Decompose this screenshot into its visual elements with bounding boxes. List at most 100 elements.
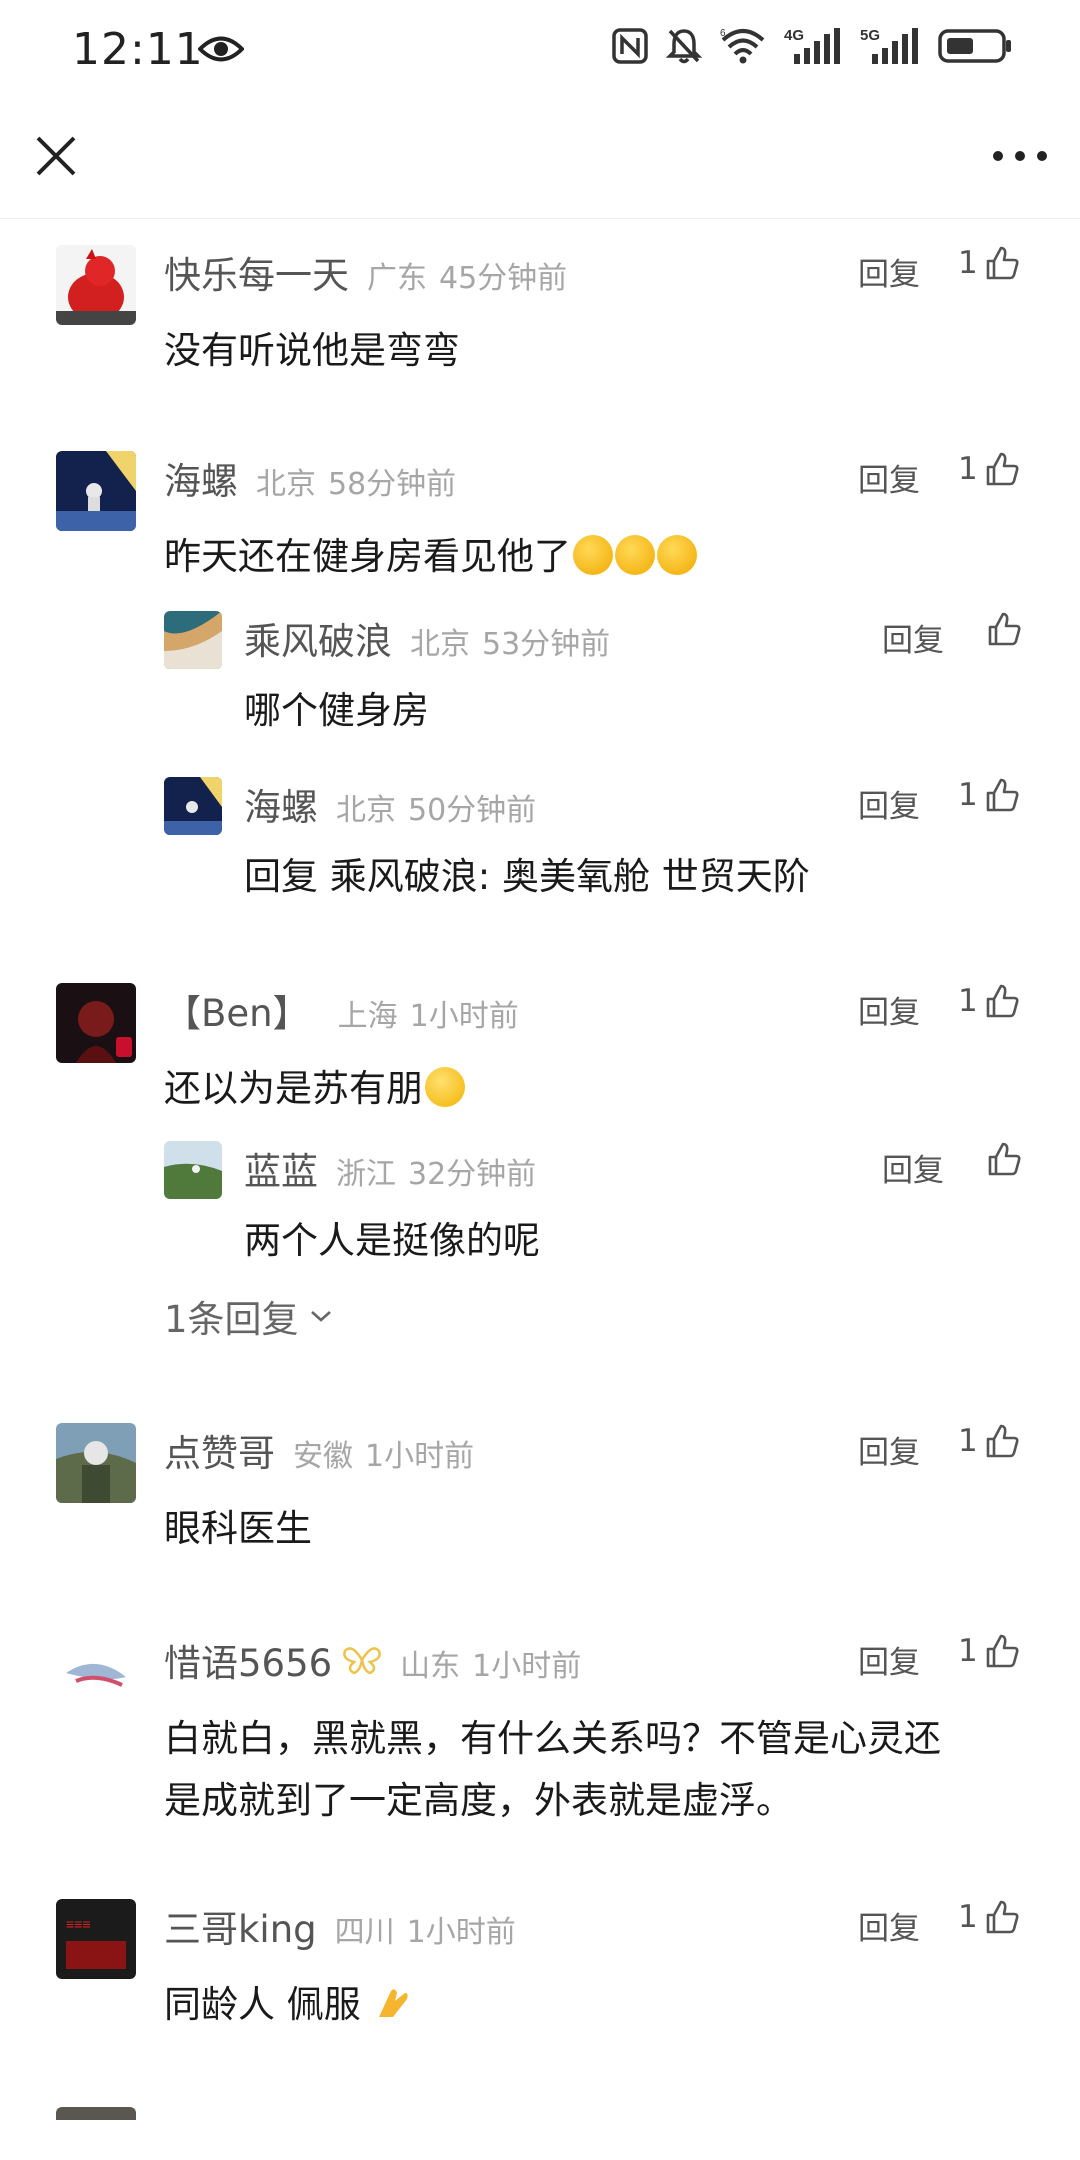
thumbs-up-icon	[986, 246, 1019, 280]
like-button[interactable]: 1	[958, 1633, 1020, 1669]
comment-text-line: 白就白，黑就黑，有什么关系吗？不管是心灵还	[164, 1717, 941, 1760]
thumbs-up-icon	[986, 1900, 1019, 1934]
reply-button[interactable]: 回复	[882, 615, 944, 660]
nfc-icon	[612, 28, 648, 64]
svg-text:4G: 4G	[784, 27, 804, 44]
thumbs-up-icon	[986, 778, 1019, 812]
location: 安徽	[293, 1439, 353, 1474]
reply-button[interactable]: 回复	[858, 249, 920, 294]
avatar[interactable]	[164, 1141, 222, 1199]
thinking-emoji-icon	[615, 535, 655, 575]
like-count: 1	[958, 983, 978, 1019]
comment-text: 眼科医生	[164, 1507, 312, 1550]
thumbs-up-icon	[986, 984, 1019, 1018]
location: 北京	[336, 793, 396, 828]
close-icon[interactable]	[30, 130, 82, 182]
location: 上海	[337, 999, 398, 1034]
timestamp: 32分钟前	[408, 1157, 537, 1192]
signal-4g-icon: 4G	[784, 27, 840, 64]
comment-text: 没有听说他是弯弯	[164, 329, 460, 372]
like-count: 1	[958, 777, 978, 813]
thumbs-up-icon	[986, 452, 1019, 486]
like-count: 1	[958, 245, 978, 281]
like-button[interactable]: 1	[958, 451, 1020, 487]
username[interactable]: 三哥king	[164, 1899, 317, 1953]
status-bar: 12:11 6 4G 5G	[0, 0, 1080, 100]
username[interactable]: 【Ben】	[164, 983, 310, 1037]
svg-text:6: 6	[720, 28, 726, 39]
comment-text: 哪个健身房	[244, 689, 429, 732]
like-button[interactable]	[986, 611, 1022, 647]
location: 北京	[410, 627, 470, 662]
butterfly-badge-icon	[343, 1647, 381, 1675]
thinking-emoji-icon	[573, 535, 613, 575]
username[interactable]: 点赞哥	[164, 1423, 275, 1477]
like-button[interactable]: 1	[958, 777, 1020, 813]
username[interactable]: 惜语5656	[164, 1633, 332, 1687]
avatar[interactable]	[56, 245, 136, 325]
comment-text: 回复 乘风破浪: 奥美氧舱 世贸天阶	[244, 855, 810, 898]
thumbs-up-icon	[988, 1142, 1021, 1176]
username[interactable]: 快乐每一天	[164, 245, 349, 299]
like-count: 1	[958, 1423, 978, 1459]
reply-button[interactable]: 回复	[858, 1903, 920, 1948]
reply-button[interactable]: 回复	[858, 1637, 920, 1682]
like-count: 1	[958, 451, 978, 487]
avatar[interactable]	[56, 1423, 136, 1503]
comment-text-line: 是成就到了一定高度，外表就是虚浮。	[164, 1779, 793, 1822]
laugh-cry-emoji-icon	[425, 1067, 465, 1107]
location: 广东	[367, 261, 427, 296]
timestamp: 1小时前	[472, 1649, 582, 1684]
like-button[interactable]: 1	[958, 983, 1020, 1019]
comment-text: 还以为是苏有朋	[164, 1061, 465, 1117]
thumbs-up-icon	[988, 612, 1021, 646]
username[interactable]: 海螺	[244, 777, 318, 831]
like-count: 1	[958, 1899, 978, 1935]
comment-text-content: 还以为是苏有朋	[164, 1067, 423, 1110]
location: 浙江	[336, 1157, 396, 1192]
reply-button[interactable]: 回复	[858, 781, 920, 826]
avatar[interactable]	[56, 451, 136, 531]
reply-button[interactable]: 回复	[858, 455, 920, 500]
status-time: 12:11	[72, 24, 204, 75]
top-bar	[0, 100, 1080, 219]
like-button[interactable]: 1	[958, 1423, 1020, 1459]
chevron-down-icon	[310, 1311, 331, 1322]
expand-replies-button[interactable]: 1条回复	[164, 1289, 333, 1343]
bottom-bar	[0, 2120, 1080, 2160]
location: 山东	[400, 1649, 461, 1684]
avatar[interactable]	[56, 1633, 136, 1713]
svg-text:5G: 5G	[860, 27, 880, 44]
thumbs-up-icon	[986, 1424, 1019, 1458]
username[interactable]: 海螺	[164, 451, 238, 505]
timestamp: 53分钟前	[482, 627, 611, 662]
like-button[interactable]: 1	[958, 1899, 1020, 1935]
avatar[interactable]: ≡≡≡	[56, 1899, 136, 1979]
thinking-emoji-icon	[657, 535, 697, 575]
avatar[interactable]	[164, 777, 222, 835]
reply-button[interactable]: 回复	[858, 987, 920, 1032]
username[interactable]: 乘风破浪	[244, 611, 392, 665]
reply-button[interactable]: 回复	[858, 1427, 920, 1472]
reply-button[interactable]: 回复	[882, 1145, 944, 1190]
more-icon[interactable]	[990, 136, 1050, 176]
timestamp: 50分钟前	[408, 793, 537, 828]
like-button[interactable]: 1	[958, 245, 1020, 281]
clap-emoji-icon	[378, 1989, 408, 2017]
comment-text: 两个人是挺像的呢	[244, 1219, 540, 1262]
username[interactable]: 蓝蓝	[244, 1141, 318, 1195]
avatar[interactable]	[164, 611, 222, 669]
expand-replies-label: 1条回复	[164, 1298, 299, 1341]
mute-bell-icon	[666, 29, 702, 64]
timestamp: 1小时前	[409, 999, 519, 1034]
comment-text-content: 昨天还在健身房看见他了	[164, 535, 571, 578]
thumbs-up-icon	[986, 1634, 1019, 1668]
timestamp: 1小时前	[406, 1915, 516, 1950]
signal-5g-icon: 5G	[860, 27, 918, 64]
comment-text: 同龄人 佩服	[164, 1977, 413, 2033]
comment-text-content: 同龄人 佩服	[164, 1983, 361, 2026]
avatar[interactable]	[56, 983, 136, 1063]
timestamp: 1小时前	[365, 1439, 475, 1474]
timestamp: 58分钟前	[328, 467, 457, 502]
like-button[interactable]	[986, 1141, 1022, 1177]
